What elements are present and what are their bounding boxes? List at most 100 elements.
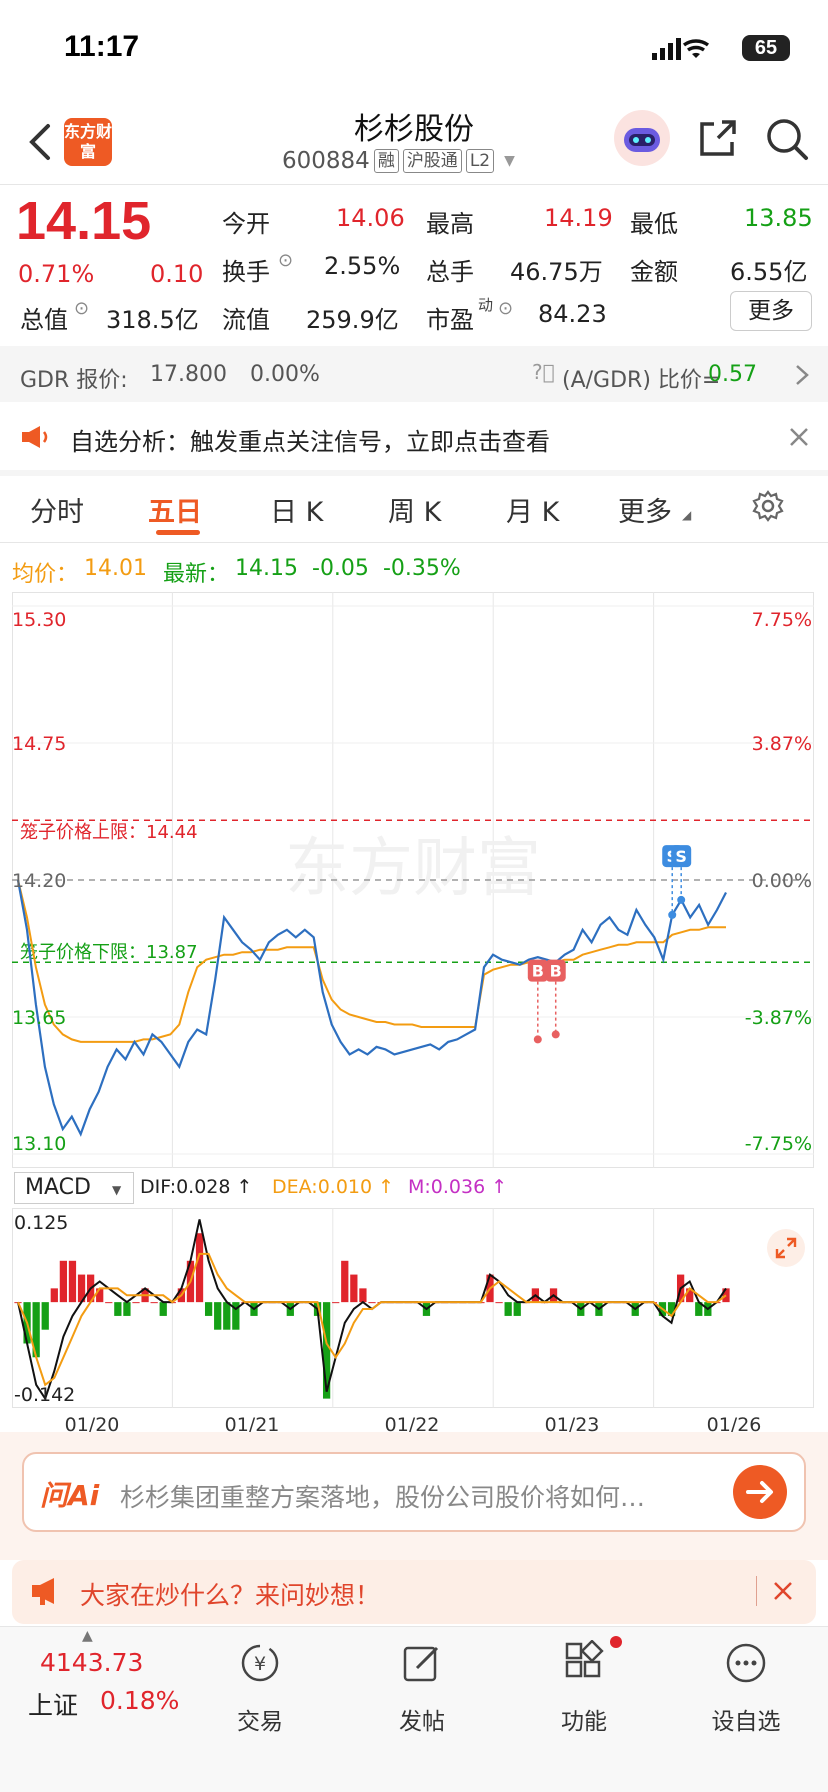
macd-dea: DEA:0.010 ↑ [272,1176,395,1198]
stat-label-low: 最低 [630,210,678,238]
tag-connect: 沪股通 [402,149,462,173]
macd-histogram-bar [41,1302,49,1330]
megaphone-icon [32,1578,54,1605]
y-tick-left: 15.30 [12,609,66,631]
macd-histogram-bar [341,1260,349,1303]
y-tick-left: 14.75 [12,733,66,755]
chevron-right-icon[interactable] [794,364,810,386]
five-day-price-chart[interactable]: 东方财富笼子价格上限：14.44笼子价格下限：13.87BBSS15.307.7… [12,592,814,1168]
svg-text:¥: ¥ [254,1653,266,1675]
avg-value: 14.01 [84,556,147,581]
trade-marker-label: B [550,962,562,981]
macd-y-top: 0.125 [14,1212,69,1234]
y-tick-right: -3.87% [745,1007,812,1029]
hot-topics-text[interactable]: 大家在炒什么？来问妙想！ [80,1576,380,1612]
share-icon[interactable] [696,118,738,160]
watermark: 东方财富 [285,832,541,906]
trade-marker-label: S [675,847,687,866]
macd-label: MACD [25,1175,91,1200]
macd-dif: DIF:0.028 ↑ [140,1176,253,1198]
macd-histogram-bar [159,1302,167,1316]
macd-histogram-bar [195,1233,204,1303]
macd-histogram-bar [50,1288,58,1303]
settings-gear-icon[interactable] [752,490,784,522]
megaphone-icon [22,426,48,448]
macd-histogram-bar [114,1302,122,1316]
nav-add-watch[interactable]: 设自选 [686,1640,806,1736]
notification-dot [610,1636,622,1648]
price-line [16,879,727,1137]
macd-chart[interactable] [12,1208,814,1408]
tab-underline [156,530,200,535]
tab-monthly-k[interactable]: 月 K [506,490,559,529]
macd-histogram-bar [105,1302,113,1304]
stock-code-row[interactable]: 600884 融 沪股通 L2 ▼ [282,148,515,174]
nav-label: 功能 [561,1709,607,1735]
latest-change-pct: -0.35% [382,556,461,581]
trade-marker-dot [551,1030,560,1039]
more-button[interactable]: 更多 [730,291,812,331]
trade-marker-dot [677,895,686,904]
stat-value-mktcap: 318.5亿 [106,306,199,334]
tab-more[interactable]: 更多 [618,490,672,529]
tab-five-day[interactable]: 五日 [148,490,202,529]
tag-margin: 融 [373,149,399,173]
macd-histogram-bar [513,1302,521,1316]
index-value[interactable]: 4143.73 [40,1648,143,1677]
expand-icon[interactable] [766,1228,806,1268]
stat-label-mktcap: 总值 [20,306,68,334]
gdr-ratio: 0.57 [708,362,757,387]
close-icon[interactable] [788,426,810,448]
nav-post[interactable]: 发帖 [362,1640,482,1736]
notice-text[interactable]: 自选分析：触发重点关注信号，立即点击查看 [70,422,550,457]
stat-value-pe: 84.23 [538,300,607,328]
stat-value-high: 14.19 [544,204,613,232]
trade-marker-dot [533,1035,542,1044]
macd-histogram-bar [204,1302,213,1316]
stat-value-amount: 6.55亿 [730,258,808,286]
macd-selector[interactable]: MACD ▼ [14,1172,134,1204]
more-dots-icon[interactable]: ⊙ [74,298,89,319]
y-tick-right: 0.00% [752,870,812,892]
status-time: 11:17 [64,30,140,63]
stat-label-open: 今开 [222,210,270,238]
ai-robot-icon[interactable] [612,108,672,168]
macd-histogram-bar [123,1302,131,1316]
gdr-ratio-label: (A/GDR) 比价= [562,368,721,393]
gdr-price: 17.800 [150,362,227,387]
index-pct[interactable]: 0.18% [100,1686,179,1715]
macd-histogram-bar [350,1274,358,1303]
more-dots-icon[interactable]: ⊙ [498,298,513,319]
macd-histogram-bar [214,1302,222,1330]
macd-histogram-bar [495,1302,503,1304]
stat-label-pe: 市盈 [426,306,474,334]
tab-daily-k[interactable]: 日 K [270,490,323,529]
index-name[interactable]: 上证 [28,1686,78,1722]
help-icon[interactable]: ?⃝ [532,360,555,384]
tab-weekly-k[interactable]: 周 K [388,490,441,529]
more-dots-icon[interactable]: ⊙ [278,250,293,271]
nav-functions[interactable]: 功能 [524,1639,644,1736]
y-tick-left: 13.10 [12,1133,66,1155]
trade-marker-label: B [532,962,544,981]
stat-label-pe-sup: 动 [478,296,494,314]
search-icon[interactable] [764,116,810,162]
tag-level2: L2 [465,149,495,173]
function-icon [565,1639,604,1678]
lower-limit-label: 笼子价格下限：13.87 [20,942,198,963]
upper-limit-label: 笼子价格上限：14.44 [20,822,198,843]
stat-label-volume: 总手 [426,258,474,286]
ask-ai-prompt[interactable]: 杉杉集团重整方案落地，股份公司股价将如何… [120,1478,645,1514]
post-icon [403,1646,439,1682]
macd-histogram-bar [359,1288,367,1303]
stat-value-turnover: 2.55% [324,252,401,280]
change-amount: 0.10 [150,260,204,288]
nav-trade[interactable]: ¥ 交易 [200,1640,320,1736]
close-icon[interactable] [772,1580,794,1602]
send-arrow-icon[interactable] [732,1464,788,1520]
dropdown-caret-icon: ▼ [111,1183,122,1197]
nav-label: 交易 [237,1709,283,1735]
macd-histogram-bar [332,1302,340,1304]
tab-intraday[interactable]: 分时 [30,490,84,529]
macd-y-bottom: -0.142 [14,1384,76,1406]
